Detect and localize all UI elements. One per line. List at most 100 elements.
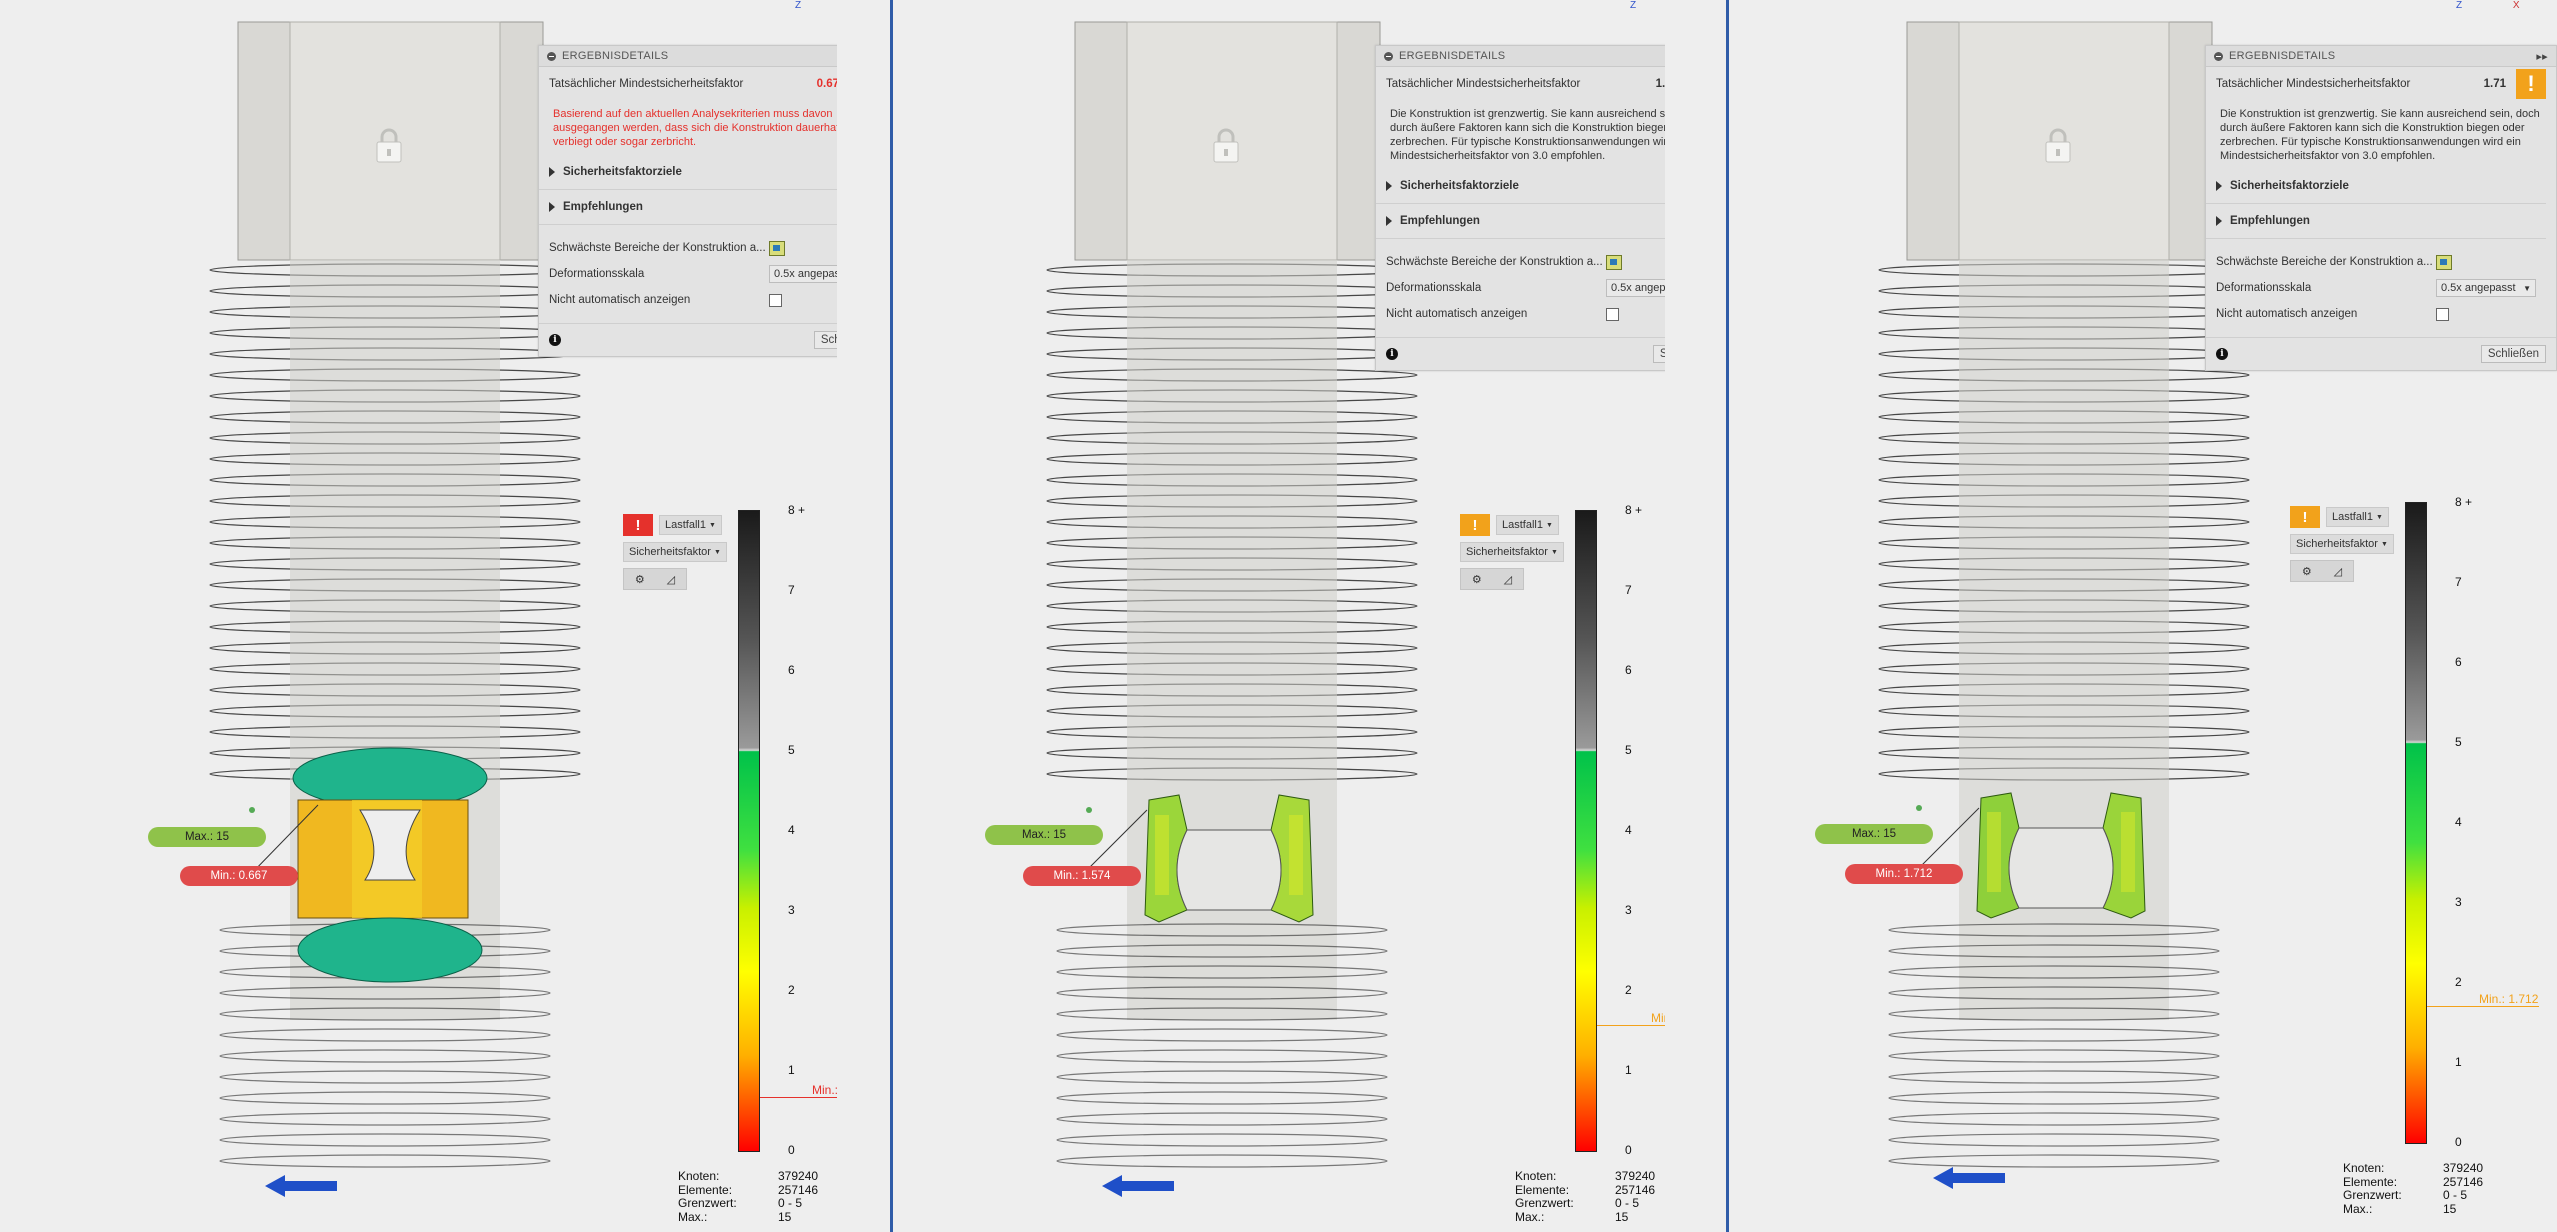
min-marker-label: Min.: 1.712 — [2479, 992, 2539, 1006]
no-auto-checkbox[interactable] — [2436, 307, 2449, 321]
exclamation-icon[interactable]: ! — [1460, 514, 1490, 536]
result-type-dropdown[interactable]: Sicherheitsfaktor ▼ — [1460, 542, 1564, 562]
mesh-stats: Knoten: 379240 Elemente: 257146 Grenzwert:… — [1515, 1169, 1655, 1225]
thread-ring — [1056, 1049, 1388, 1063]
expand-triangle-icon — [549, 202, 555, 212]
stat-row: Knoten: 379240 — [1515, 1169, 1655, 1184]
mesh-stats: Knoten: 379240 Elemente: 257146 Grenzwert:… — [678, 1169, 818, 1224]
stat-row: Max.: 15 — [2343, 1202, 2483, 1217]
no-auto-checkbox[interactable] — [1606, 307, 1619, 321]
x-axis-label: X — [2512, 0, 2520, 11]
tick-label: 3 — [1625, 903, 1632, 917]
expand-icon[interactable]: ▸▸ — [2536, 50, 2548, 63]
section-safety-targets[interactable]: Sicherheitsfaktorziele — [2206, 169, 2546, 204]
tick-label: 7 — [2455, 575, 2462, 589]
view-triad[interactable]: Z X — [2456, 0, 2520, 11]
stat-value: 0 - 5 — [778, 1196, 803, 1210]
thread-ring — [1888, 1112, 2220, 1126]
lock-icon — [2043, 128, 2073, 169]
info-icon[interactable]: i — [549, 334, 561, 346]
stat-value: 379240 — [2443, 1161, 2484, 1175]
gear-icon[interactable]: ⚙ — [2302, 565, 2312, 578]
chevron-down-icon: ▼ — [713, 548, 721, 556]
dropdown-value: Lastfall1 — [665, 519, 706, 531]
stat-value: 15 — [1615, 1209, 1629, 1224]
show-weakest-icon[interactable] — [1606, 254, 1622, 270]
color-bar — [2405, 502, 2427, 1144]
section-label: Empfehlungen — [1400, 215, 1480, 227]
min-probe-badge[interactable]: Min.: 0.667 — [180, 866, 298, 886]
expand-triangle-icon — [2216, 216, 2222, 226]
max-probe-badge[interactable]: Max.: 15 — [148, 827, 266, 847]
ruler-icon[interactable]: ◿ — [1504, 573, 1512, 586]
status-message: Die Konstruktion ist grenzwertig. Sie ka… — [2220, 108, 2540, 162]
lock-icon — [1211, 128, 1241, 169]
collapse-icon[interactable] — [547, 51, 556, 61]
deform-scale-label: Deformationsskala — [2216, 282, 2312, 294]
show-weakest-icon[interactable] — [2436, 254, 2452, 270]
stat-row: Elemente: 257146 — [678, 1183, 818, 1198]
tick-label: 0 — [2455, 1135, 2462, 1149]
tick-label: 5 — [788, 743, 795, 757]
thread-ring — [219, 1049, 551, 1063]
collapse-icon[interactable] — [2214, 51, 2223, 61]
results-panel: ERGEBNISDETAILS ▸▸ Tatsächlicher Mindest… — [2205, 45, 2557, 371]
loadcase-dropdown[interactable]: Lastfall1 ▼ — [2326, 507, 2389, 527]
no-auto-label: Nicht automatisch anzeigen — [549, 294, 691, 306]
max-probe-badge[interactable]: Max.: 15 — [985, 825, 1103, 845]
panel-title: ERGEBNISDETAILS — [2229, 50, 2336, 62]
ruler-icon[interactable]: ◿ — [667, 573, 675, 586]
stat-row: Max.: 15 — [1515, 1209, 1655, 1225]
panel-header[interactable]: ERGEBNISDETAILS ▸▸ — [2206, 46, 2556, 67]
ruler-icon[interactable]: ◿ — [2334, 565, 2342, 578]
legend-controls: ! Lastfall1 ▼ Sicherheitsfaktor ▼ ⚙ ◿ — [623, 514, 727, 590]
gear-icon[interactable]: ⚙ — [1472, 573, 1482, 586]
thread-ring — [1888, 1070, 2220, 1084]
exclamation-icon[interactable]: ! — [623, 514, 653, 536]
deform-scale-dropdown[interactable]: 0.5x angepasst ▼ — [2436, 279, 2536, 297]
dropdown-value: Lastfall1 — [2332, 511, 2373, 523]
show-weakest-icon[interactable] — [769, 240, 785, 256]
deform-scale-label: Deformationsskala — [549, 268, 645, 280]
z-axis-label: Z — [1630, 0, 1637, 11]
section-label: Empfehlungen — [563, 201, 643, 213]
gear-icon[interactable]: ⚙ — [635, 573, 645, 586]
stat-row: Grenzwert: 0 - 5 — [2343, 1188, 2483, 1203]
tick-label: 3 — [2455, 895, 2462, 909]
collapse-icon[interactable] — [1384, 51, 1393, 61]
stat-key: Knoten: — [1515, 1169, 1557, 1183]
chevron-down-icon: ▼ — [1545, 521, 1553, 529]
legend-controls: ! Lastfall1 ▼ Sicherheitsfaktor ▼ ⚙ ◿ — [2290, 506, 2394, 582]
section-recommendations[interactable]: Empfehlungen — [539, 190, 879, 225]
thread-ring — [1056, 1154, 1388, 1168]
result-type-dropdown[interactable]: Sicherheitsfaktor ▼ — [623, 542, 727, 562]
deform-scale-label: Deformationsskala — [1386, 282, 1482, 294]
stat-key: Grenzwert: — [678, 1196, 737, 1210]
stat-value: 0 - 5 — [1615, 1196, 1640, 1210]
min-probe-badge[interactable]: Min.: 1.712 — [1845, 864, 1963, 884]
viewport-pane-1[interactable]: Z X ERGEBNISDETAILS ▸▸ Tatsächlicher Min… — [0, 0, 892, 1232]
loadcase-dropdown[interactable]: Lastfall1 ▼ — [659, 515, 722, 535]
max-probe-badge[interactable]: Max.: 15 — [1815, 824, 1933, 844]
info-icon[interactable]: i — [2216, 348, 2228, 360]
weakest-areas-row: Schwächste Bereiche der Konstruktion a..… — [2206, 249, 2556, 275]
result-type-dropdown[interactable]: Sicherheitsfaktor ▼ — [2290, 534, 2394, 554]
no-auto-row: Nicht automatisch anzeigen — [2206, 301, 2556, 327]
min-probe-badge[interactable]: Min.: 1.574 — [1023, 866, 1141, 886]
safety-factor-row: Tatsächlicher Mindestsicherheitsfaktor 1… — [2206, 67, 2556, 101]
thread-ring — [1056, 1070, 1388, 1084]
section-recommendations[interactable]: Empfehlungen — [2206, 204, 2546, 239]
no-auto-checkbox[interactable] — [769, 293, 782, 307]
loadcase-dropdown[interactable]: Lastfall1 ▼ — [1496, 515, 1559, 535]
deform-scale-row: Deformationsskala 0.5x angepasst ▼ — [2206, 275, 2556, 301]
stat-row: Grenzwert: 0 - 5 — [1515, 1196, 1655, 1211]
section-safety-targets[interactable]: Sicherheitsfaktorziele — [539, 155, 879, 190]
viewport-pane-3[interactable]: Z X ERGEBNISDETAILS ▸▸ Tatsächlicher Min… — [1665, 0, 2557, 1232]
tick-label: 6 — [2455, 655, 2462, 669]
viewport-pane-2[interactable]: Z X ERGEBNISDETAILS ▸▸ Tatsächlicher Min… — [837, 0, 1729, 1232]
exclamation-icon[interactable]: ! — [2290, 506, 2320, 528]
thread-ring — [219, 1028, 551, 1042]
info-icon[interactable]: i — [1386, 348, 1398, 360]
section-label: Empfehlungen — [2230, 215, 2310, 227]
close-button[interactable]: Schließen — [2480, 345, 2546, 363]
